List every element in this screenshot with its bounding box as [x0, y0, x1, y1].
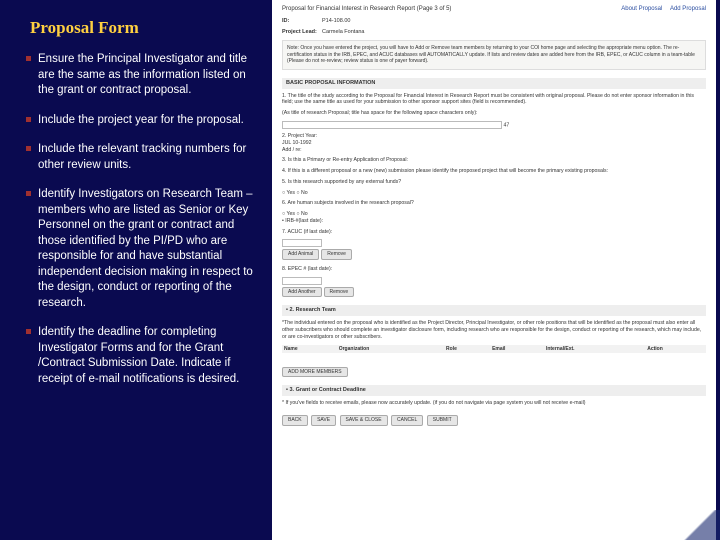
- deadline-text: * If you've fields to receive emails, pl…: [282, 400, 706, 407]
- q1-hint: (As title of research Proposal; title ha…: [282, 110, 706, 117]
- pi-value: Carmela Fontana: [322, 29, 365, 35]
- section-deadline: • 3. Grant or Contract Deadline: [282, 385, 706, 396]
- remove-button[interactable]: Remove: [321, 249, 352, 260]
- form-page-title: Proposal for Financial Interest in Resea…: [282, 6, 451, 14]
- col-email: Email: [490, 345, 544, 354]
- q6: 6. Are human subjects involved in the re…: [282, 200, 706, 207]
- add-members-button[interactable]: ADD MORE MEMBERS: [282, 367, 348, 378]
- char-count: 47: [503, 122, 509, 128]
- bullet-list: Ensure the Principal Investigator and ti…: [30, 52, 258, 387]
- add-another-button[interactable]: Add Another: [282, 287, 322, 298]
- q4: 4. If this is a different proposal or a …: [282, 168, 706, 175]
- q6-yes[interactable]: Yes: [282, 211, 295, 217]
- about-link[interactable]: About Proposal: [621, 6, 662, 12]
- section-team: • 2. Research Team: [282, 305, 706, 316]
- remove-button-2[interactable]: Remove: [324, 287, 355, 298]
- col-name: Name: [282, 345, 337, 354]
- q2-year: JUL 10-1992: [282, 140, 706, 147]
- corner-decoration: [680, 510, 720, 540]
- section-basic: BASIC PROPOSAL INFORMATION: [282, 78, 706, 89]
- list-item: Identify Investigators on Research Team …: [30, 187, 258, 311]
- q8: 8. EPEC # (last date):: [282, 266, 706, 273]
- list-item: Include the project year for the proposa…: [30, 113, 258, 129]
- acuc-input[interactable]: [282, 239, 322, 247]
- add-animal-button[interactable]: Add Animal: [282, 249, 319, 260]
- page-title: Proposal Form: [30, 18, 258, 38]
- col-role: Role: [444, 345, 490, 354]
- q2-label: 2. Project Year:: [282, 133, 706, 140]
- cancel-button[interactable]: CANCEL: [391, 415, 423, 426]
- col-action: Action: [645, 345, 706, 354]
- q7: 7. ACUC (if last date):: [282, 229, 706, 236]
- q5-yes[interactable]: Yes: [282, 190, 295, 196]
- id-label: ID:: [282, 18, 322, 25]
- pi-label: Project Lead:: [282, 29, 322, 36]
- q2-admin: Add / re:: [282, 147, 706, 154]
- title-input[interactable]: [282, 121, 502, 129]
- q5-no[interactable]: No: [296, 190, 307, 196]
- q6-no[interactable]: No: [296, 211, 307, 217]
- q1: 1. The title of the study according to t…: [282, 93, 706, 107]
- list-item: Include the relevant tracking numbers fo…: [30, 142, 258, 173]
- note-text: Note: Once you have entered the project,…: [282, 40, 706, 70]
- q5: 5. Is this research supported by any ext…: [282, 179, 706, 186]
- form-panel: Proposal for Financial Interest in Resea…: [272, 0, 716, 540]
- list-item: Ensure the Principal Investigator and ti…: [30, 52, 258, 99]
- team-text: *The individual entered on the proposal …: [282, 320, 706, 340]
- list-item: Identify the deadline for completing Inv…: [30, 325, 258, 387]
- col-org: Organization: [337, 345, 444, 354]
- save-button[interactable]: SAVE: [311, 415, 336, 426]
- save-close-button[interactable]: SAVE & CLOSE: [340, 415, 388, 426]
- submit-button[interactable]: SUBMIT: [427, 415, 458, 426]
- id-value: P14-108.00: [322, 18, 350, 24]
- team-table: Name Organization Role Email Internal/Ex…: [282, 345, 706, 362]
- epec-input[interactable]: [282, 277, 322, 285]
- back-button[interactable]: BACK: [282, 415, 308, 426]
- add-link[interactable]: Add Proposal: [670, 6, 706, 12]
- q3: 3. Is this a Primary or Re-entry Applica…: [282, 157, 706, 164]
- table-row: [282, 353, 706, 362]
- col-int: Internal/Ext.: [544, 345, 645, 354]
